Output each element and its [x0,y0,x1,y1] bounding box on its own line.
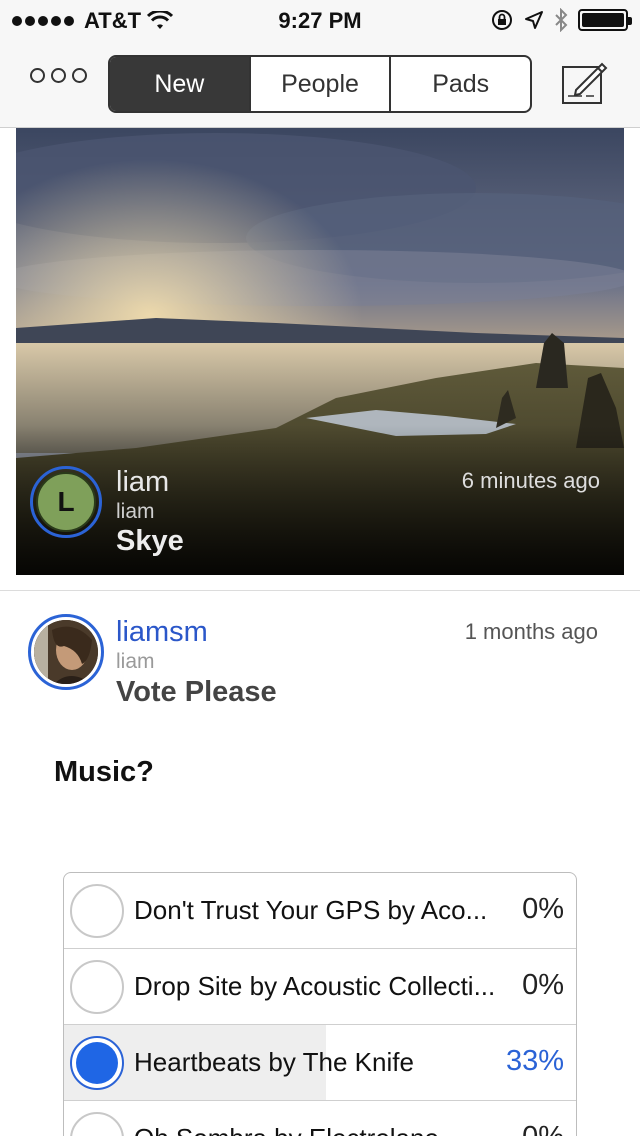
avatar[interactable] [28,614,104,690]
avatar[interactable]: L [30,466,102,538]
post-author-name[interactable]: liamsm [116,616,208,649]
poll-option-percent: 33% [505,1045,564,1077]
bluetooth-icon [555,8,568,32]
poll: Don't Trust Your GPS by Aco... 0% Drop S… [63,872,577,1136]
post-title: Vote Please [116,676,277,708]
poll-option[interactable]: Don't Trust Your GPS by Aco... 0% [64,873,576,949]
avatar-photo [34,620,98,684]
poll-option-percent: 0% [522,1121,564,1136]
radio-button-selected[interactable] [70,1036,124,1090]
tab-new[interactable]: New [110,57,251,111]
poll-option-label: Drop Site by Acoustic Collecti... [134,971,496,1001]
photo-post-card[interactable]: L liam liam Skye 6 minutes ago [16,128,624,575]
segmented-control: New People Pads [108,55,532,113]
post-timestamp: 1 months ago [464,619,598,644]
radio-button[interactable] [70,960,124,1014]
post-author-name[interactable]: liam [116,466,169,499]
poll-option-label: Don't Trust Your GPS by Aco... [134,895,488,925]
location-arrow-icon [525,11,543,29]
navigation-bar: New People Pads [0,40,640,128]
compose-icon[interactable] [560,60,608,106]
poll-option-percent: 0% [522,969,564,1001]
more-dots-icon[interactable] [30,68,87,83]
post-title: Skye [116,525,184,557]
post-author-handle: liam [116,650,155,673]
battery-icon [578,9,632,31]
poll-option-label: Heartbeats by The Knife [134,1047,414,1077]
poll-option[interactable]: Oh Sombra by Electrelane 0% [64,1101,576,1136]
post-timestamp: 6 minutes ago [461,468,600,493]
status-bar: AT&T 9:27 PM [0,0,640,40]
poll-option[interactable]: Heartbeats by The Knife 33% [64,1025,576,1101]
rotation-lock-icon [492,10,512,30]
poll-option-label: Oh Sombra by Electrelane [134,1123,504,1136]
radio-button[interactable] [70,884,124,938]
tab-pads[interactable]: Pads [391,57,530,111]
post-author-handle: liam [116,500,155,523]
poll-question: Music? [54,756,154,788]
divider [0,590,640,591]
tab-people[interactable]: People [251,57,392,111]
avatar-letter: L [36,472,96,532]
radio-button[interactable] [70,1112,124,1136]
poll-option-percent: 0% [522,893,564,925]
poll-option[interactable]: Drop Site by Acoustic Collecti... 0% [64,949,576,1025]
